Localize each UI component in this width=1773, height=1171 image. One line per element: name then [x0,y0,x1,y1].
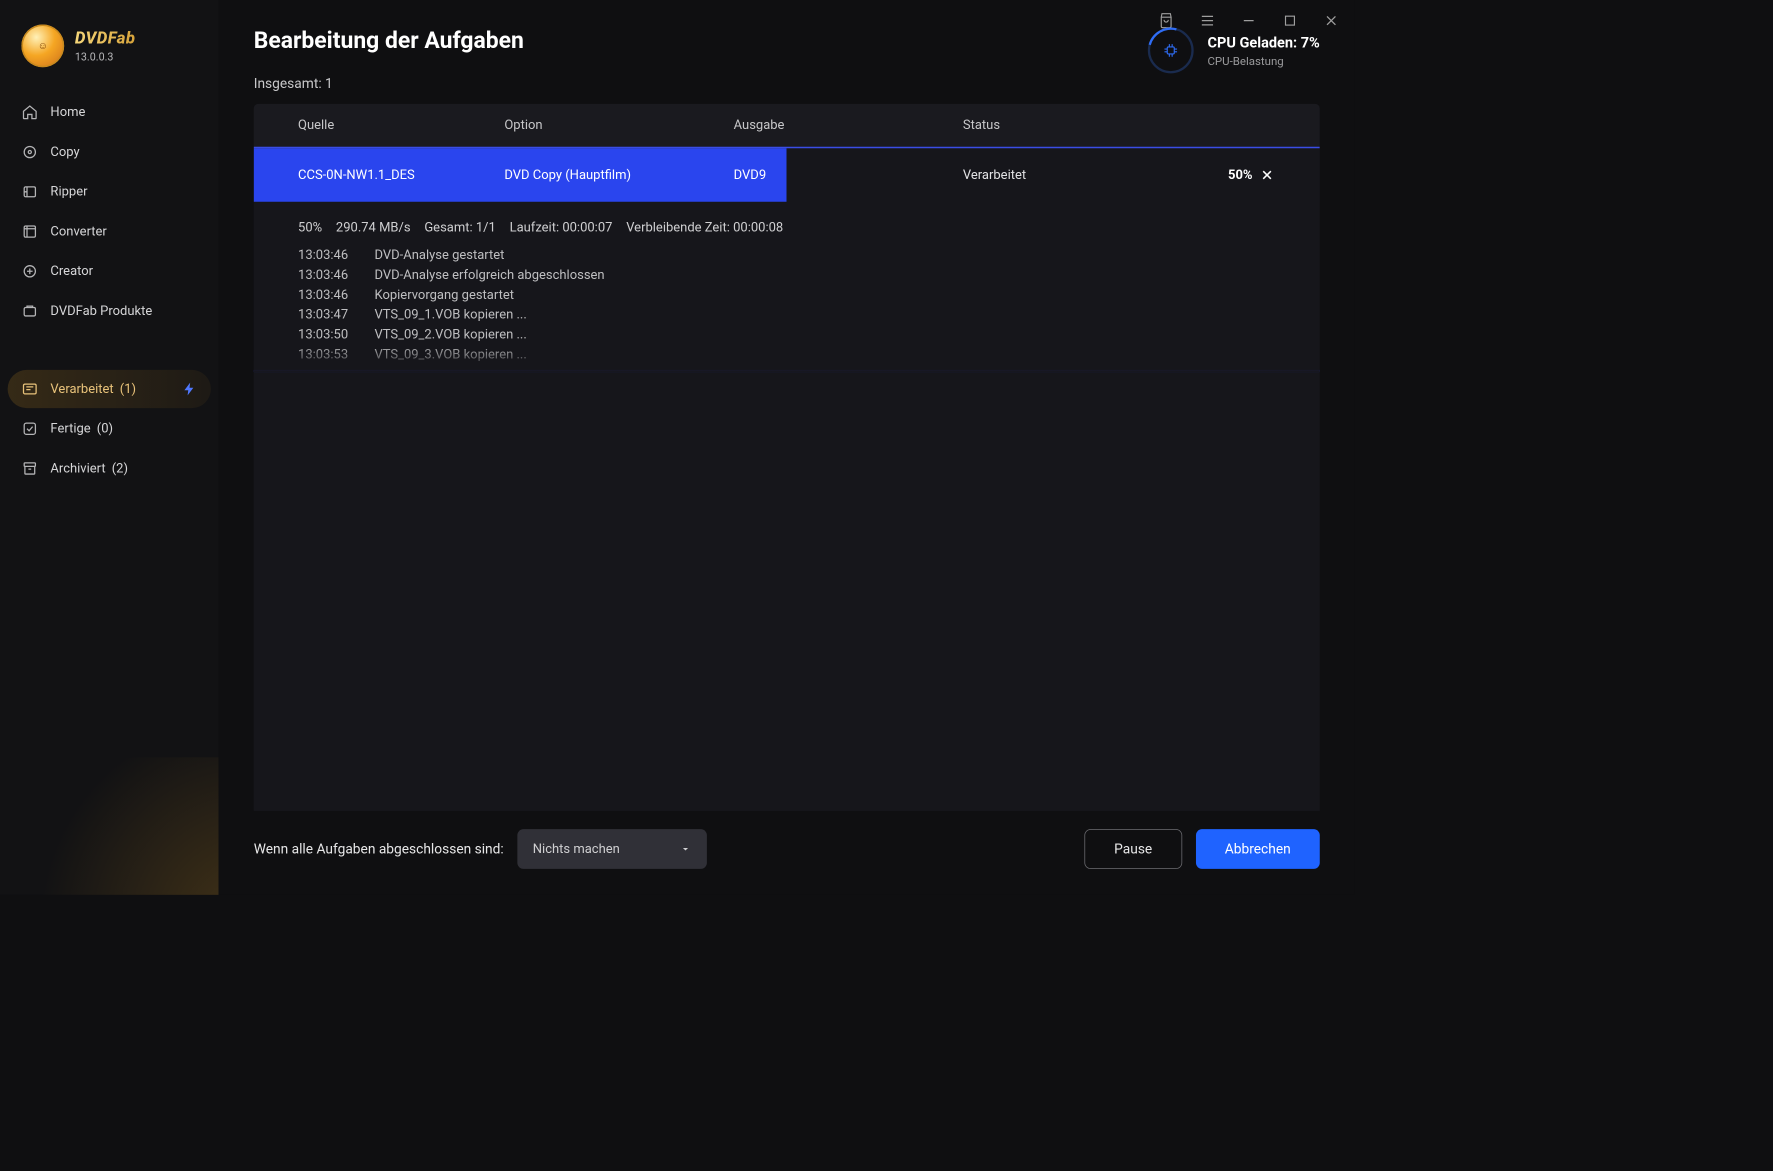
stat-total: Gesamt: 1/1 [424,220,495,235]
close-button[interactable] [1317,6,1346,35]
app-logo-block: ☺ DVDFab 13.0.0.3 [0,0,219,89]
col-output: Ausgabe [734,118,963,133]
queue-icon [21,381,38,398]
home-icon [21,104,38,121]
creator-icon [21,263,38,280]
task-source: CCS-0N-NW1.1_DES [298,167,504,182]
sidebar-item-processing[interactable]: Verarbeitet (1) [8,370,211,408]
bolt-icon [182,381,197,396]
log-line: 13:03:46Kopiervorgang gestartet [298,287,1275,302]
sidebar-item-count: (0) [97,421,113,436]
task-row[interactable]: CCS-0N-NW1.1_DES DVD Copy (Hauptfilm) DV… [254,147,1320,202]
col-source: Quelle [298,118,504,133]
app-name: DVDFab [75,29,136,48]
log-line: 13:03:46DVD-Analyse erfolgreich abgeschl… [298,267,1275,282]
app-logo-icon: ☺ [21,24,64,67]
stat-runtime: Laufzeit: 00:00:07 [510,220,613,235]
cpu-sublabel: CPU-Belastung [1207,54,1319,68]
sidebar-item-converter[interactable]: Converter [8,212,211,250]
nav-primary: Home Copy Ripper Converter Creator DVDFa… [0,89,219,335]
app-version: 13.0.0.3 [75,51,136,63]
products-icon [21,303,38,320]
task-option: DVD Copy (Hauptfilm) [504,167,733,182]
sidebar-item-done[interactable]: Fertige (0) [8,410,211,448]
page-title: Bearbeitung der Aufgaben [254,28,524,55]
total-label: Insgesamt: 1 [254,76,524,92]
task-table: Quelle Option Ausgabe Status CCS-0N-NW1.… [254,104,1320,811]
minimize-button[interactable] [1234,6,1263,35]
task-cancel-icon[interactable] [1259,167,1276,184]
log-line: 13:03:50VTS_09_2.VOB kopieren ... [298,327,1275,342]
sidebar-item-home[interactable]: Home [8,93,211,131]
sidebar-item-ripper[interactable]: Ripper [8,173,211,211]
nav-queue: Verarbeitet (1) Fertige (0) Archiviert (… [0,365,219,492]
sidebar: ☺ DVDFab 13.0.0.3 Home Copy Ripper Conve… [0,0,219,895]
stat-percent: 50% [298,220,322,235]
after-tasks-label: Wenn alle Aufgaben abgeschlossen sind: [254,841,504,857]
sidebar-item-creator[interactable]: Creator [8,252,211,290]
col-status: Status [963,118,1184,133]
cpu-label: CPU Geladen: 7% [1207,33,1319,51]
sidebar-item-products[interactable]: DVDFab Produkte [8,292,211,330]
sidebar-item-label: Copy [50,144,79,159]
sidebar-item-label: Fertige [50,421,90,436]
check-icon [21,420,38,437]
sidebar-item-label: Archiviert [50,461,105,476]
copy-icon [21,144,38,161]
sidebar-item-label: Ripper [50,184,87,199]
task-stats: 50% 290.74 MB/s Gesamt: 1/1 Laufzeit: 00… [298,220,1275,235]
sidebar-item-count: (1) [120,381,136,396]
cancel-button[interactable]: Abbrechen [1196,829,1320,869]
cpu-ring-icon [1148,28,1194,74]
sidebar-item-label: Creator [50,264,93,279]
menu-button[interactable] [1193,6,1222,35]
sidebar-item-label: Home [50,105,85,120]
task-status: Verarbeitet [963,167,1184,182]
log-line: 13:03:46DVD-Analyse gestartet [298,248,1275,263]
stat-speed: 290.74 MB/s [336,220,411,235]
task-output: DVD9 [734,167,963,182]
after-tasks-select[interactable]: Nichts machen [518,829,708,869]
sidebar-item-label: DVDFab Produkte [50,303,152,318]
table-header: Quelle Option Ausgabe Status [254,104,1320,147]
select-value: Nichts machen [533,841,620,856]
sidebar-item-archived[interactable]: Archiviert (2) [8,449,211,487]
footer: Wenn alle Aufgaben abgeschlossen sind: N… [219,811,1355,895]
sidebar-item-copy[interactable]: Copy [8,133,211,171]
sidebar-item-count: (2) [112,461,128,476]
sidebar-item-label: Verarbeitet [50,381,113,396]
converter-icon [21,223,38,240]
col-option: Option [504,118,733,133]
pause-button[interactable]: Pause [1084,829,1182,869]
sidebar-item-label: Converter [50,224,106,239]
archive-icon [21,460,38,477]
chevron-down-icon [680,843,692,855]
log-line: 13:03:47VTS_09_1.VOB kopieren ... [298,307,1275,322]
task-percent: 50% [1228,167,1253,182]
maximize-button[interactable] [1275,6,1304,35]
main-area: Bearbeitung der Aufgaben Insgesamt: 1 CP… [219,0,1355,895]
task-details: 50% 290.74 MB/s Gesamt: 1/1 Laufzeit: 00… [254,202,1320,372]
stat-remaining: Verbleibende Zeit: 00:00:08 [626,220,783,235]
ripper-icon [21,183,38,200]
